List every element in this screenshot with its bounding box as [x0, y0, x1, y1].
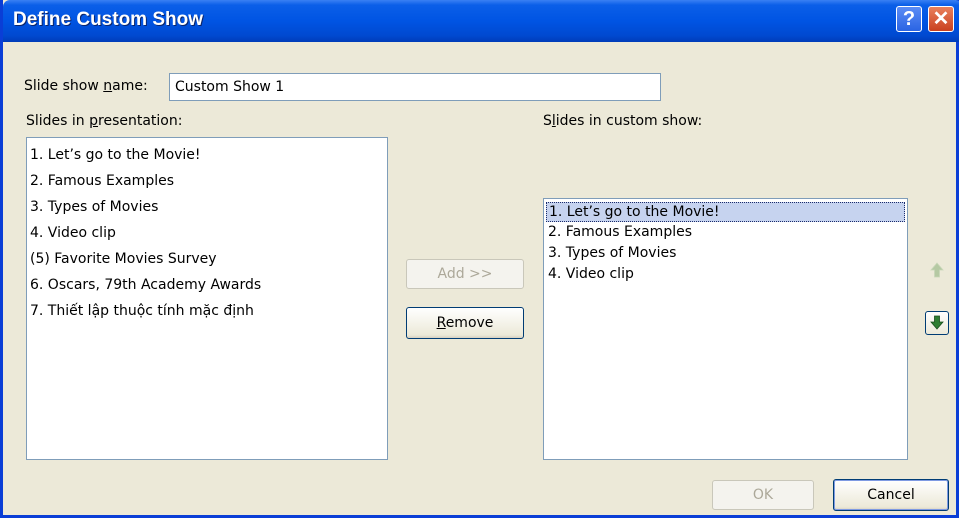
remove-button[interactable]: Remove [406, 307, 524, 339]
arrow-down-icon [930, 315, 944, 330]
close-button[interactable]: ✕ [928, 6, 954, 32]
cancel-button[interactable]: Cancel [833, 479, 949, 511]
custom-show-slides-list[interactable]: 1. Let’s go to the Movie! 2. Famous Exam… [543, 198, 908, 460]
slides-in-custom-show-label: Slides in custom show: [543, 113, 703, 129]
help-button[interactable]: ? [896, 6, 922, 32]
move-up-button[interactable] [925, 258, 949, 282]
list-item[interactable]: 4. Video clip [544, 264, 907, 285]
close-icon: ✕ [932, 8, 950, 30]
help-icon: ? [902, 8, 916, 30]
list-item[interactable]: 6. Oscars, 79th Academy Awards [27, 272, 387, 298]
ok-button[interactable]: OK [712, 480, 814, 510]
dialog-title: Define Custom Show [13, 9, 204, 30]
move-down-button[interactable] [925, 311, 949, 335]
slides-in-presentation-label: Slides in presentation: [26, 113, 183, 129]
list-item[interactable]: 7. Thiết lập thuộc tính mặc định [27, 298, 387, 324]
list-item[interactable]: (5) Favorite Movies Survey [27, 246, 387, 272]
list-item[interactable]: 3. Types of Movies [544, 243, 907, 264]
define-custom-show-dialog: Define Custom Show ? ✕ Slide show name: … [0, 0, 959, 518]
list-item-selected[interactable]: 1. Let’s go to the Movie! [546, 202, 905, 222]
list-item[interactable]: 2. Famous Examples [27, 168, 387, 194]
slide-show-name-label: Slide show name: [24, 78, 148, 94]
arrow-up-icon [930, 262, 944, 278]
slide-show-name-input[interactable] [169, 73, 661, 101]
add-button[interactable]: Add >> [406, 259, 524, 289]
presentation-slides-list[interactable]: 1. Let’s go to the Movie! 2. Famous Exam… [26, 137, 388, 460]
title-bar[interactable]: Define Custom Show ? ✕ [3, 0, 959, 42]
list-item[interactable]: 2. Famous Examples [544, 222, 907, 243]
list-item[interactable]: 1. Let’s go to the Movie! [27, 142, 387, 168]
list-item[interactable]: 4. Video clip [27, 220, 387, 246]
list-item[interactable]: 3. Types of Movies [27, 194, 387, 220]
